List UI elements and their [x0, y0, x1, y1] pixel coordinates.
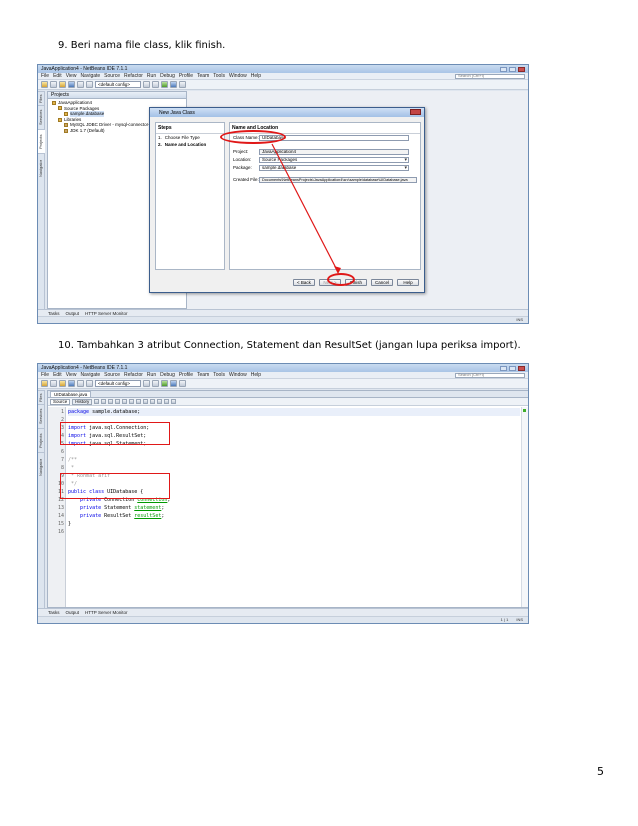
- debug-icon[interactable]: [170, 380, 177, 387]
- code-line[interactable]: 13 private Statement statement;: [58, 504, 520, 512]
- menu-debug[interactable]: Debug: [160, 372, 175, 378]
- menu-view[interactable]: View: [66, 372, 77, 378]
- redo-icon[interactable]: [86, 380, 93, 387]
- code-text: private Statement statement;: [80, 505, 165, 511]
- code-line[interactable]: 6: [61, 448, 520, 456]
- line-number: 15: [57, 521, 64, 527]
- macro-stop-icon[interactable]: [157, 399, 163, 404]
- find-icon[interactable]: [108, 399, 114, 404]
- page-number: 5: [597, 765, 604, 778]
- editor-file-tabs: UIDatabase.java: [48, 391, 528, 398]
- undo-icon[interactable]: [77, 380, 84, 387]
- tab-files[interactable]: Files: [38, 390, 45, 404]
- tab-services[interactable]: Services: [38, 404, 45, 428]
- code-line[interactable]: 16: [58, 528, 520, 536]
- history-tab[interactable]: History: [72, 398, 93, 405]
- status-ins: INS: [516, 616, 523, 622]
- side-tabs: Files Services Projects Navigator: [38, 390, 45, 608]
- line-number: 13: [57, 505, 64, 511]
- window-controls: [500, 365, 525, 371]
- code-line[interactable]: 15}: [58, 520, 520, 528]
- status-bar: 1 | 1 INS: [38, 616, 528, 623]
- menu-file[interactable]: File: [41, 372, 49, 378]
- menu-team[interactable]: Team: [197, 372, 209, 378]
- new-file-icon[interactable]: [50, 380, 57, 387]
- shift-left-icon[interactable]: [136, 399, 142, 404]
- status-caret-position: 1 | 1: [500, 616, 509, 622]
- file-tab-uidatabase[interactable]: UIDatabase.java: [50, 391, 92, 397]
- minimize-icon[interactable]: [500, 365, 507, 371]
- line-number: 8: [60, 465, 64, 471]
- menu-help[interactable]: Help: [251, 372, 261, 378]
- tab-http-monitor[interactable]: HTTP Server Monitor: [85, 610, 127, 615]
- tab-tasks[interactable]: Tasks: [48, 610, 60, 615]
- close-icon[interactable]: [518, 365, 525, 371]
- tab-output[interactable]: Output: [66, 610, 80, 615]
- ide-titlebar: JavaApplication4 - NetBeans IDE 7.1.1: [38, 364, 528, 372]
- code-line[interactable]: 14 private ResultSet resultSet;: [58, 512, 520, 520]
- menu-tools[interactable]: Tools: [213, 372, 225, 378]
- line-number: 16: [57, 529, 64, 535]
- code-text: }: [68, 521, 72, 527]
- open-project-icon[interactable]: [59, 380, 66, 387]
- find-prev-icon[interactable]: [115, 399, 121, 404]
- code-line[interactable]: 7 /**: [61, 456, 520, 464]
- main-toolbar: <default config>: [38, 379, 528, 389]
- comment-icon[interactable]: [164, 399, 170, 404]
- run-icon[interactable]: [161, 380, 168, 387]
- menu-bar: File Edit View Navigate Source Refactor …: [38, 372, 528, 379]
- tab-projects[interactable]: Projects: [38, 428, 45, 452]
- code-text: *: [68, 465, 75, 471]
- back-icon[interactable]: [94, 399, 100, 404]
- ide-title: JavaApplication4 - NetBeans IDE 7.1.1: [41, 365, 128, 371]
- source-tab[interactable]: Source: [50, 398, 71, 405]
- build-icon[interactable]: [143, 380, 150, 387]
- new-project-icon[interactable]: [41, 380, 48, 387]
- code-text: /**: [68, 457, 78, 463]
- maximize-icon[interactable]: [509, 365, 516, 371]
- error-stripe-ok-icon: [523, 409, 526, 412]
- annotation-box-imports: [60, 422, 170, 445]
- menu-refactor[interactable]: Refactor: [124, 372, 143, 378]
- line-number: 1: [60, 409, 64, 415]
- code-text: package sample.database;: [68, 409, 141, 415]
- code-line[interactable]: 8 *: [61, 464, 520, 472]
- find-next-icon[interactable]: [122, 399, 128, 404]
- shift-right-icon[interactable]: [143, 399, 149, 404]
- menu-edit[interactable]: Edit: [53, 372, 62, 378]
- toggle-highlight-icon[interactable]: [129, 399, 135, 404]
- line-number: 7: [60, 457, 64, 463]
- editor-toolbar: Source History: [48, 398, 528, 406]
- config-combo[interactable]: <default config>: [95, 380, 141, 387]
- code-text: private ResultSet resultSet;: [80, 513, 165, 519]
- forward-icon[interactable]: [101, 399, 107, 404]
- tab-navigator[interactable]: Navigator: [38, 452, 45, 482]
- save-all-icon[interactable]: [68, 380, 75, 387]
- menu-profile[interactable]: Profile: [179, 372, 193, 378]
- output-tabs-bar: Tasks Output HTTP Server Monitor: [38, 608, 528, 616]
- code-line[interactable]: 1 package sample.database;: [61, 408, 520, 416]
- menu-source[interactable]: Source: [104, 372, 120, 378]
- profile-icon[interactable]: [179, 380, 186, 387]
- uncomment-icon[interactable]: [171, 399, 177, 404]
- macro-record-icon[interactable]: [150, 399, 156, 404]
- menu-navigate[interactable]: Navigate: [80, 372, 100, 378]
- editor-scrollbar[interactable]: [521, 407, 528, 607]
- line-number: 14: [57, 513, 64, 519]
- menu-window[interactable]: Window: [229, 372, 247, 378]
- annotation-box-fields: [60, 473, 170, 499]
- clean-build-icon[interactable]: [152, 380, 159, 387]
- step-10-instruction: 10. Tambahkan 3 atribut Connection, Stat…: [58, 340, 521, 351]
- line-number: 6: [60, 449, 64, 455]
- menu-run[interactable]: Run: [147, 372, 156, 378]
- search-input[interactable]: Search (Ctrl+I): [455, 372, 525, 378]
